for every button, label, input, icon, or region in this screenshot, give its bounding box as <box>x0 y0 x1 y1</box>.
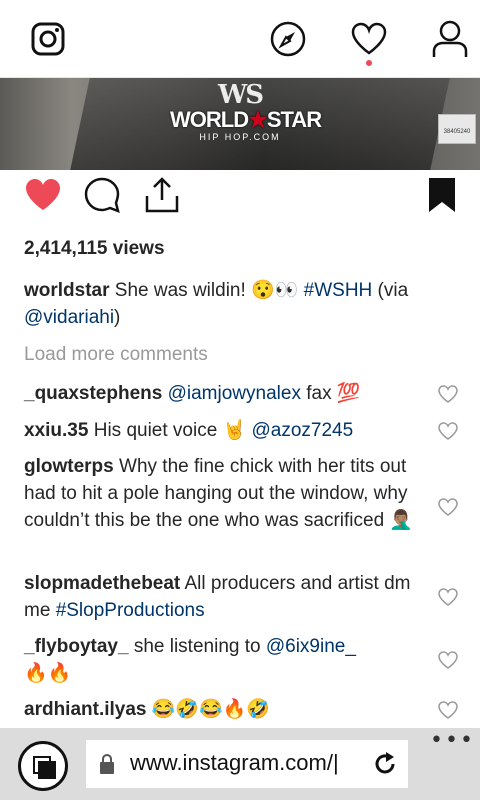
comment-like-icon[interactable] <box>438 651 458 669</box>
post-actions <box>0 170 480 226</box>
watermark-sub: HIP HOP.COM <box>199 132 281 142</box>
activity-heart-icon[interactable] <box>350 22 388 56</box>
watermark-name: WORLD★STAR <box>170 107 322 132</box>
instagram-icon[interactable] <box>30 21 66 57</box>
comment-text: 🔥🔥 <box>24 663 72 684</box>
view-count: 2,414,115 views <box>24 238 165 259</box>
comment-username[interactable]: slopmadethebeat <box>24 573 180 594</box>
comment-like-icon[interactable] <box>438 498 458 516</box>
lock-icon <box>100 754 114 774</box>
compass-icon[interactable] <box>269 20 307 58</box>
browser-bar: www.instagram.com/| ••• <box>0 728 480 800</box>
caption-end: ) <box>114 307 121 328</box>
comment-like-icon[interactable] <box>438 385 458 403</box>
comment-text: 😂🤣😂🔥🤣 <box>146 699 271 720</box>
comment-username[interactable]: _quaxstephens <box>24 383 162 404</box>
tabs-button[interactable] <box>18 741 68 791</box>
top-navigation <box>0 0 480 78</box>
load-more-comments[interactable]: Load more comments <box>24 344 208 366</box>
like-heart-icon[interactable] <box>24 178 62 212</box>
comment-like-icon[interactable] <box>438 588 458 606</box>
comment-mention[interactable]: @azoz7245 <box>252 420 354 441</box>
comment-item: _quaxstephens @iamjowynalex fax 💯 <box>24 380 424 407</box>
more-options-button[interactable]: ••• <box>430 730 475 752</box>
comment-item: ardhiant.ilyas 😂🤣😂🔥🤣 <box>24 696 424 723</box>
comment-hashtag[interactable]: #SlopProductions <box>56 600 205 621</box>
caption-via: (via <box>372 280 409 301</box>
comment-username[interactable]: xxiu.35 <box>24 420 88 441</box>
caption-hashtag[interactable]: #WSHH <box>304 280 373 301</box>
comment-item: slopmadethebeat All producers and artist… <box>24 570 424 624</box>
comment-text: fax 💯 <box>300 383 361 404</box>
post-caption: worldstar She was wildin! 😯👀 #WSHH (via … <box>24 277 444 331</box>
caption-text: She was wildin! 😯👀 <box>109 280 304 301</box>
share-icon[interactable] <box>144 176 180 214</box>
address-bar[interactable]: www.instagram.com/| <box>86 740 408 788</box>
comment-username[interactable]: glowterps <box>24 456 114 477</box>
comment-username[interactable]: ardhiant.ilyas <box>24 699 147 720</box>
caption-username[interactable]: worldstar <box>24 280 110 301</box>
license-plate: 38405240 <box>438 114 476 144</box>
comment-like-icon[interactable] <box>438 701 458 719</box>
comment-bubble-icon[interactable] <box>83 176 121 214</box>
comment-text: His quiet voice 🤘 <box>88 420 252 441</box>
comment-username[interactable]: _flyboytay_ <box>24 636 129 657</box>
caption-mention[interactable]: @vidariahi <box>24 307 114 328</box>
worldstar-watermark: WS WORLD★STAR HIP HOP.COM <box>170 80 322 166</box>
comment-mention[interactable]: @iamjowynalex <box>168 383 301 404</box>
comment-item: _flyboytay_ she listening to @6ix9ine_ 🔥🔥 <box>24 633 424 687</box>
comment-item: glowterps Why the fine chick with her ti… <box>24 453 424 534</box>
profile-icon[interactable] <box>432 20 468 58</box>
watermark-logo: WS <box>218 80 264 110</box>
post-video[interactable]: WS WORLD★STAR HIP HOP.COM 38405240 <box>0 78 480 170</box>
reload-icon[interactable] <box>372 751 398 777</box>
comment-like-icon[interactable] <box>438 422 458 440</box>
comment-mention[interactable]: @6ix9ine_ <box>266 636 356 657</box>
notification-dot <box>366 60 372 66</box>
url-text[interactable]: www.instagram.com/| <box>130 750 339 776</box>
comment-text: she listening to <box>128 636 266 657</box>
bookmark-icon[interactable] <box>426 176 458 214</box>
comment-item: xxiu.35 His quiet voice 🤘 @azoz7245 <box>24 417 424 444</box>
tabs-icon-fill <box>38 761 56 779</box>
